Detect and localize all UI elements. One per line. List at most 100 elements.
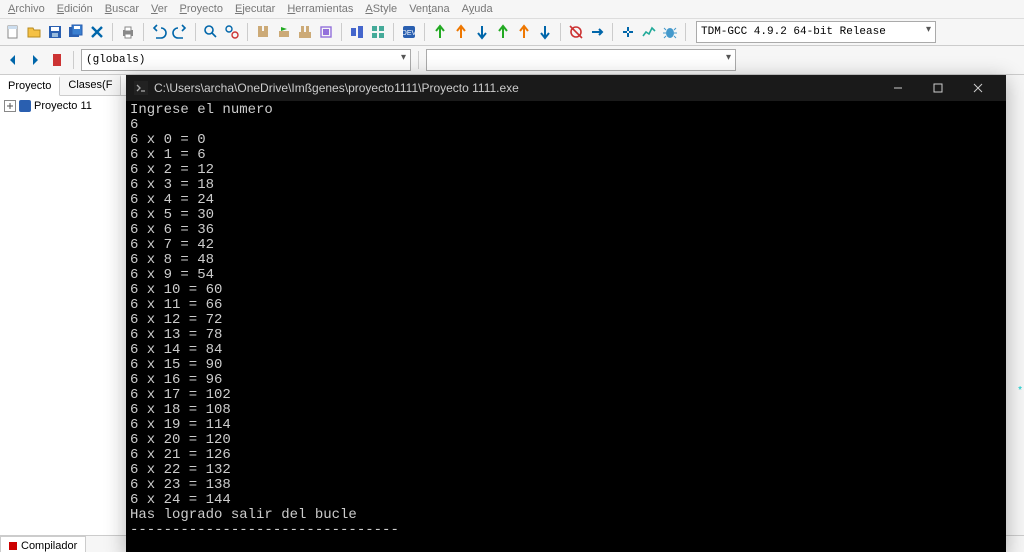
menu-buscar[interactable]: Buscar (105, 3, 139, 15)
compiler-select-label: TDM-GCC 4.9.2 64-bit Release (701, 26, 886, 38)
menu-edición[interactable]: Edición (57, 3, 93, 15)
console-body[interactable]: Ingrese el numero66 x 0 = 06 x 1 = 6 6 x … (126, 101, 1006, 552)
sidebar: Proyecto Clases(F Proyecto 11 (0, 75, 127, 535)
tree-item-project[interactable]: Proyecto 11 (4, 100, 122, 112)
replace-icon[interactable] (223, 23, 241, 41)
save-all-icon[interactable] (67, 23, 85, 41)
console-line: 6 x 20 = 120 (130, 433, 1002, 448)
expand-icon (4, 100, 16, 112)
menu-archivo[interactable]: Archivo (8, 3, 45, 15)
separator (247, 23, 248, 41)
goto-prevx-icon[interactable] (452, 23, 470, 41)
compile-run-icon[interactable] (296, 23, 314, 41)
separator (685, 23, 686, 41)
console-line: 6 x 5 = 30 (130, 208, 1002, 223)
console-line: 6 x 10 = 60 (130, 283, 1002, 298)
tree-item-label: Proyecto 11 (34, 100, 92, 112)
separator (73, 51, 74, 69)
menu-ejecutar[interactable]: Ejecutar (235, 3, 275, 15)
project-opts-icon[interactable] (348, 23, 366, 41)
console-line: 6 x 23 = 138 (130, 478, 1002, 493)
debug-icon[interactable] (567, 23, 585, 41)
tab-compilador-label: Compilador (21, 540, 77, 552)
console-line: 6 x 1 = 6 (130, 148, 1002, 163)
separator (143, 23, 144, 41)
project-tree: Proyecto 11 (0, 96, 126, 535)
console-titlebar[interactable]: C:\Users\archa\OneDrive\Imßgenes\proyect… (126, 75, 1006, 101)
run-icon[interactable] (275, 23, 293, 41)
console-line: -------------------------------- (130, 523, 1002, 538)
save-icon[interactable] (46, 23, 64, 41)
console-line: 6 x 7 = 42 (130, 238, 1002, 253)
error-dot-icon (9, 542, 17, 550)
console-line: 6 x 11 = 66 (130, 298, 1002, 313)
minimize-button[interactable] (878, 75, 918, 101)
console-line: 6 x 15 = 90 (130, 358, 1002, 373)
console-line: 6 x 14 = 84 (130, 343, 1002, 358)
print-icon[interactable] (119, 23, 137, 41)
back-nav-icon[interactable] (4, 51, 22, 69)
dev-icon[interactable]: DEV (400, 23, 418, 41)
maximize-button[interactable] (918, 75, 958, 101)
bug-icon[interactable] (661, 23, 679, 41)
compile-icon[interactable] (254, 23, 272, 41)
new-file-icon[interactable] (4, 23, 22, 41)
console-line: 6 x 18 = 108 (130, 403, 1002, 418)
console-line: 6 x 8 = 48 (130, 253, 1002, 268)
goto-next4-icon[interactable] (536, 23, 554, 41)
gutter-mark-icon: * (1018, 385, 1022, 396)
separator (195, 23, 196, 41)
close-icon[interactable] (88, 23, 106, 41)
symbol-select[interactable] (426, 49, 736, 71)
console-line: Ingrese el numero (130, 103, 1002, 118)
menu-herramientas[interactable]: Herramientas (287, 3, 353, 15)
tab-classes[interactable]: Clases(F (60, 75, 121, 95)
separator (418, 51, 419, 69)
goto-next2-icon[interactable] (494, 23, 512, 41)
menu-ventana[interactable]: Ventana (409, 3, 449, 15)
menu-ayuda[interactable]: Ayuda (462, 3, 493, 15)
svg-text:DEV: DEV (402, 30, 417, 37)
close-window-button[interactable] (958, 75, 998, 101)
console-line: 6 x 19 = 114 (130, 418, 1002, 433)
console-line: 6 x 24 = 144 (130, 493, 1002, 508)
undo-icon[interactable] (150, 23, 168, 41)
goto-next3-icon[interactable] (515, 23, 533, 41)
console-line: 6 x 0 = 0 (130, 133, 1002, 148)
toolbar-row2: (globals) (0, 46, 1024, 75)
console-line: 6 x 16 = 96 (130, 373, 1002, 388)
menu-ver[interactable]: Ver (151, 3, 168, 15)
separator (424, 23, 425, 41)
rebuild-icon[interactable] (317, 23, 335, 41)
menu-proyecto[interactable]: Proyecto (180, 3, 223, 15)
console-line: 6 x 12 = 72 (130, 313, 1002, 328)
console-app-icon (134, 81, 148, 95)
goto-prev-icon[interactable] (431, 23, 449, 41)
bookmark-icon[interactable] (48, 51, 66, 69)
separator (112, 23, 113, 41)
console-line: 6 x 22 = 132 (130, 463, 1002, 478)
redo-icon[interactable] (171, 23, 189, 41)
profile-icon[interactable] (640, 23, 658, 41)
fwd-nav-icon[interactable] (26, 51, 44, 69)
console-line: 6 (130, 118, 1002, 133)
compiler-select[interactable]: TDM-GCC 4.9.2 64-bit Release (696, 21, 936, 43)
goto-next-icon[interactable] (473, 23, 491, 41)
class-browser-icon[interactable] (369, 23, 387, 41)
window-buttons (878, 75, 998, 101)
stepinto-icon[interactable] (588, 23, 606, 41)
separator (393, 23, 394, 41)
find-icon[interactable] (202, 23, 220, 41)
console-line: 6 x 3 = 18 (130, 178, 1002, 193)
sidebar-tabs: Proyecto Clases(F (0, 75, 126, 96)
project-dev-icon (19, 100, 31, 112)
console-line: 6 x 13 = 78 (130, 328, 1002, 343)
breakpoint-icon[interactable] (619, 23, 637, 41)
open-folder-icon[interactable] (25, 23, 43, 41)
menubar: Archivo Edición Buscar Ver Proyecto Ejecutar H… (0, 0, 1024, 19)
scope-select[interactable]: (globals) (81, 49, 411, 71)
tab-compilador[interactable]: Compilador (0, 536, 86, 552)
menu-astyle[interactable]: AStyle (365, 3, 397, 15)
tab-project[interactable]: Proyecto (0, 76, 60, 96)
separator (612, 23, 613, 41)
